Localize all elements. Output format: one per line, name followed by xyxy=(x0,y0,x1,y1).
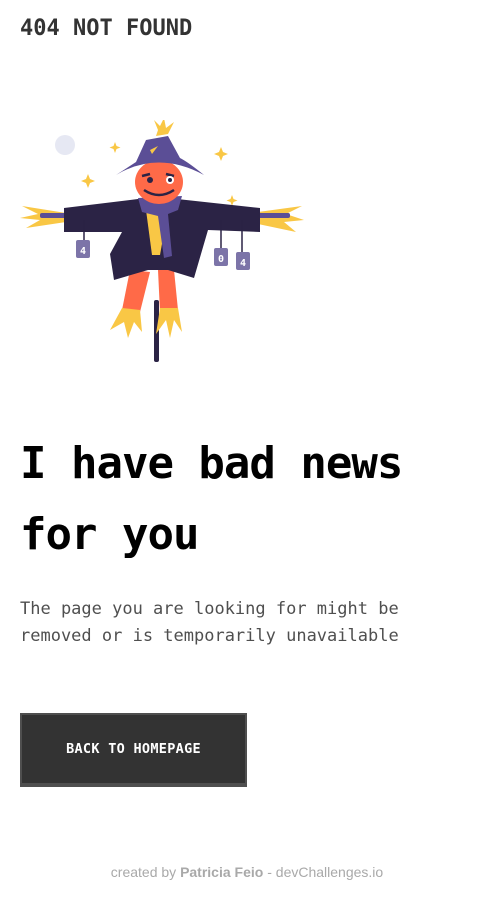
footer-separator: - xyxy=(267,864,272,880)
page-title: I have bad news for you xyxy=(20,438,403,560)
back-to-homepage-button[interactable]: BACK TO HOMEPAGE xyxy=(20,713,247,785)
sign-mid-text: 0 xyxy=(218,254,224,265)
sign-left-text: 4 xyxy=(80,246,86,257)
footer-credit: created by Patricia Feio - devChallenges… xyxy=(0,864,494,880)
footer-author-link[interactable]: Patricia Feio xyxy=(180,864,263,880)
sign-right-text: 4 xyxy=(240,258,246,269)
scarecrow-illustration: 4 0 4 xyxy=(20,120,304,362)
footer-prefix: created by xyxy=(110,864,177,880)
footer-site-link[interactable]: devChallenges.io xyxy=(276,864,383,880)
moon-icon xyxy=(55,135,75,155)
logo-text[interactable]: 404 NOT FOUND xyxy=(20,16,192,41)
error-message: The page you are looking for might be re… xyxy=(20,599,399,646)
